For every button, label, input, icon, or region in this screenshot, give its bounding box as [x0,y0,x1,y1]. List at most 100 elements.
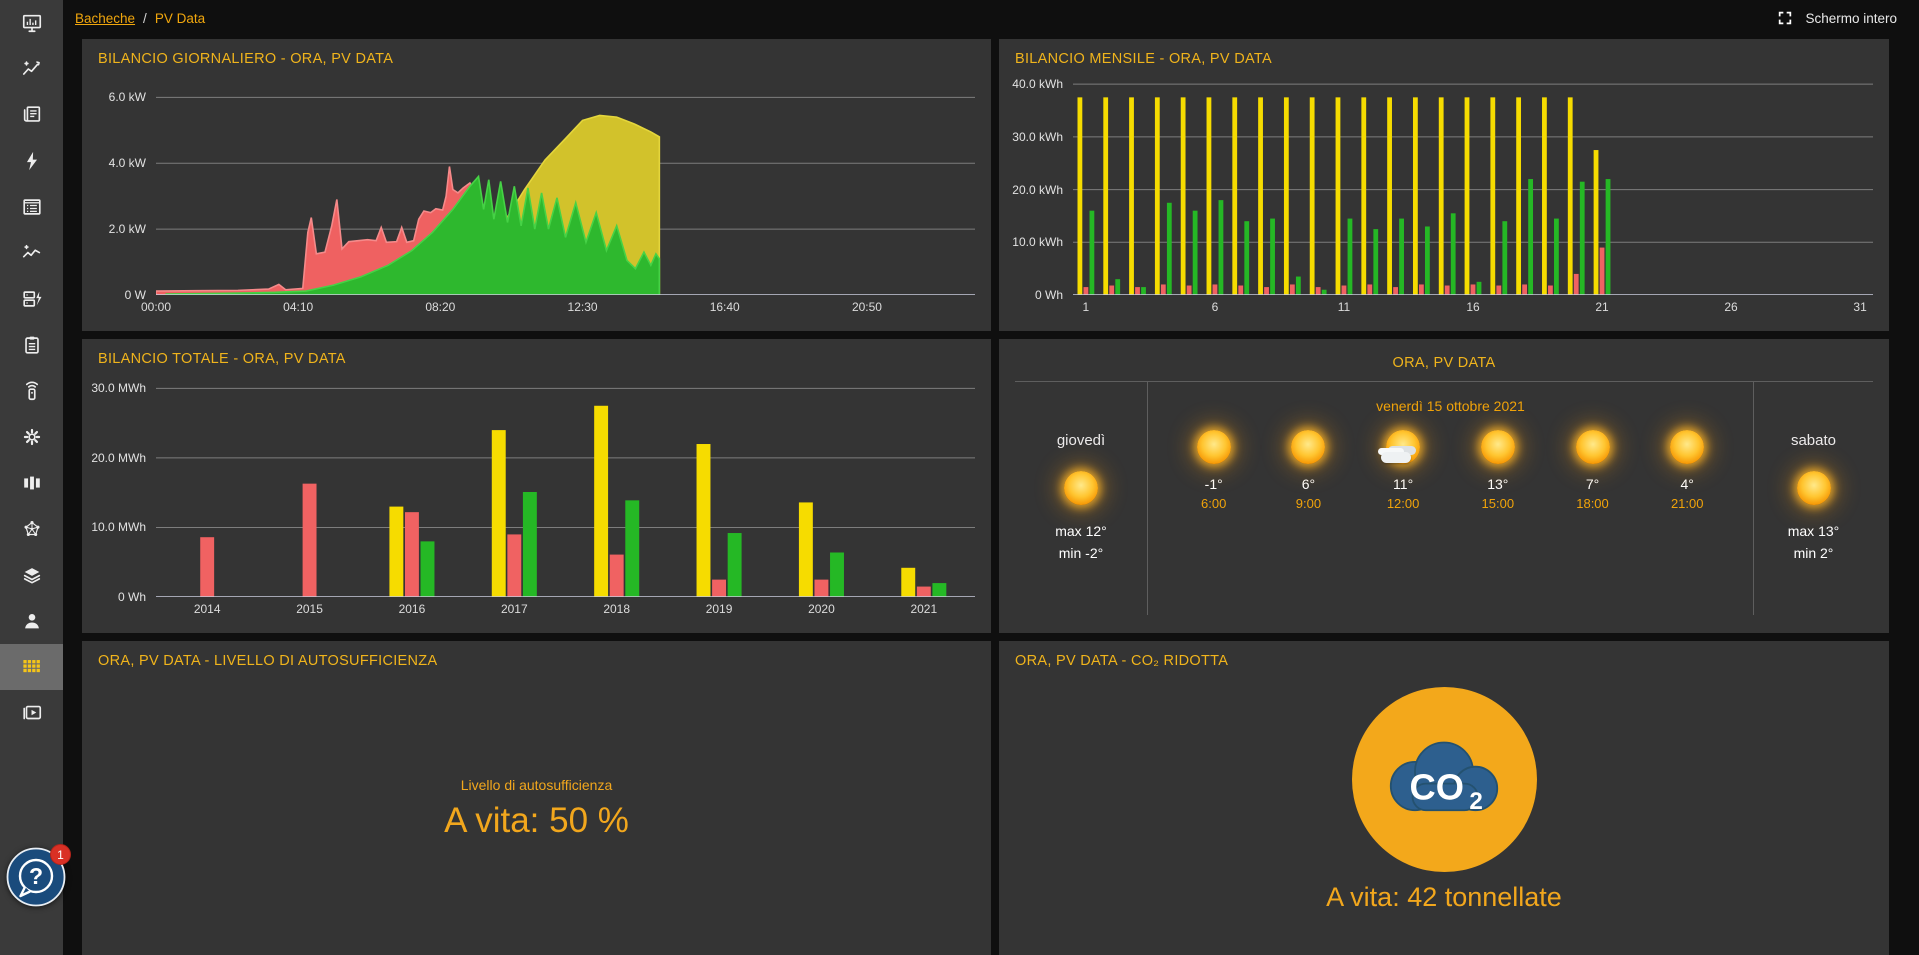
main-area: Bacheche / PV Data Schermo intero BILANC… [63,0,1919,955]
y-axis-label: 10.0 kWh [1012,235,1063,250]
app-root: ? 1 Bacheche / PV Data Schermo intero BI… [0,0,1919,955]
sidebar: ? 1 [0,0,71,955]
bar-produzione [389,506,404,597]
bar-autoconsumo [1089,210,1095,295]
y-axis-label: 20.0 kWh [1012,182,1063,197]
bar-prelievo-rete [404,512,419,597]
bar-produzione [1129,97,1134,295]
bar-autoconsumo [1424,226,1430,295]
user-icon [24,614,39,629]
bar-autoconsumo [1502,221,1508,295]
bar-prelievo-rete [1212,284,1218,295]
sidebar-item-settings-gear[interactable] [0,414,63,460]
weather-min-temp: min 2° [1793,545,1834,561]
bar-prelievo-rete [1444,285,1450,295]
sidebar-item-data-table[interactable] [0,184,63,230]
x-axis-label: 16:40 [709,300,740,314]
sidebar-items [0,0,63,736]
bar-produzione [1180,97,1186,295]
sidebar-item-checklist[interactable] [0,322,63,368]
bar-prelievo-rete [1341,285,1347,295]
bar-autoconsumo [1579,181,1585,295]
bar-prelievo-rete [1109,285,1115,295]
daily-x-axis: 00:00 04:10 08:20 12:30 16:40 20:50 [141,295,975,315]
x-axis-label: 08:20 [425,300,456,314]
x-axis-label: 20:50 [851,300,882,314]
bar-produzione [594,405,609,597]
bar-produzione [1258,97,1263,295]
bar-produzione [1567,97,1573,295]
forecast-time: 18:00 [1576,496,1609,511]
bar-prelievo-rete [1186,285,1192,295]
weather-panel-title: ORA, PV DATA [1392,355,1496,371]
forecast-temp: 4° [1680,476,1694,492]
bar-produzione [901,567,916,597]
weather-max-temp: max 12° [1055,523,1107,540]
self-sufficiency-title: ORA, PV DATA - LIVELLO DI AUTOSUFFICIENZ… [98,653,438,669]
bar-autoconsumo [1554,218,1559,295]
sidebar-item-reports[interactable] [0,92,63,138]
bar-autoconsumo [1115,279,1121,295]
sidebar-item-trend-chart[interactable] [0,46,63,92]
sidebar-item-video-tutorials[interactable] [0,690,63,736]
sidebar-item-remote-control[interactable] [0,368,63,414]
monthly-balance-panel: BILANCIO MENSILE - ORA, PV DATA 40.0 kWh… [999,39,1889,331]
sun-icon [1058,465,1104,511]
self-sufficiency-caption: Livello di autosufficienza [460,777,613,793]
sun-icon [1791,465,1837,511]
x-axis-label: 2016 [398,602,426,616]
forecast-row: -1° 6:00 6° 9:00 11° 12:00 13° 15:00 7° 18:00 4° 21… [1148,418,1753,511]
fullscreen-button[interactable]: Schermo intero [1777,10,1897,26]
weather-tomorrow-label: sabato [1790,432,1837,450]
sidebar-item-layers[interactable] [0,552,63,598]
fullscreen-icon [1779,11,1792,25]
x-axis-label: 21 [1595,300,1609,314]
forecast-cell: 6° 9:00 [1265,418,1351,511]
sidebar-item-user[interactable] [0,598,63,644]
bar-produzione [1387,97,1392,295]
panels-columns-icon [23,476,40,490]
notification-badge: 1 [50,844,71,865]
help-button[interactable]: ? 1 [5,844,71,908]
weather-yesterday-label: giovedì [1056,432,1106,450]
bar-autoconsumo [1373,229,1379,295]
bar-prelievo-rete [916,586,931,597]
forecast-temp: 7° [1585,476,1600,492]
monthly-y-axis: 40.0 kWh 30.0 kWh 20.0 kWh 10.0 kWh 0 Wh [1012,71,1073,302]
reports-icon [23,106,40,122]
sidebar-item-dashboard-grid[interactable] [0,644,63,690]
sidebar-item-dashboard-monitor[interactable] [0,0,63,46]
y-axis-label: 6.0 kW [108,90,146,105]
weather-yesterday: giovedì max 12° min -2° [1015,382,1148,615]
bar-autoconsumo [1295,276,1301,295]
components-energy-icon [22,291,42,307]
weather-body: giovedì max 12° min -2° venerdì 15 ottob… [1015,381,1873,615]
bar-autoconsumo [1192,210,1198,295]
x-axis-label: 2021 [910,602,938,616]
bar-prelievo-rete [200,537,215,597]
total-balance-title: BILANCIO TOTALE - ORA, PV DATA [98,351,346,367]
breadcrumb-link-bacheche[interactable]: Bacheche [75,11,135,26]
forecast-time: 12:00 [1386,496,1420,511]
bar-prelievo-rete [1599,247,1605,295]
sidebar-item-components-energy[interactable] [0,276,63,322]
y-axis-label: 40.0 kWh [1012,77,1063,92]
sidebar-item-panels-columns[interactable] [0,460,63,506]
svg-text:2: 2 [1469,788,1482,815]
forecast-cell: 11° 12:00 [1360,418,1446,511]
bar-produzione [1438,97,1444,295]
bar-autoconsumo [727,533,742,597]
total-x-axis: 2014 2015 2016 2017 2018 2019 2020 2021 [156,597,975,617]
bar-produzione [1309,97,1315,295]
sidebar-item-energy-bolt[interactable] [0,138,63,184]
sun-cloud-icon [1380,424,1426,470]
bar-autoconsumo [1399,218,1404,295]
sidebar-item-network-nodes[interactable] [0,506,63,552]
sun-icon [1570,424,1616,470]
video-tutorials-icon [22,705,41,720]
forecast-temp: 11° [1393,476,1414,492]
bar-autoconsumo [1141,287,1146,295]
sidebar-item-analysis-chart[interactable] [0,230,63,276]
bar-autoconsumo [1476,281,1482,295]
trend-chart-icon [22,61,40,75]
